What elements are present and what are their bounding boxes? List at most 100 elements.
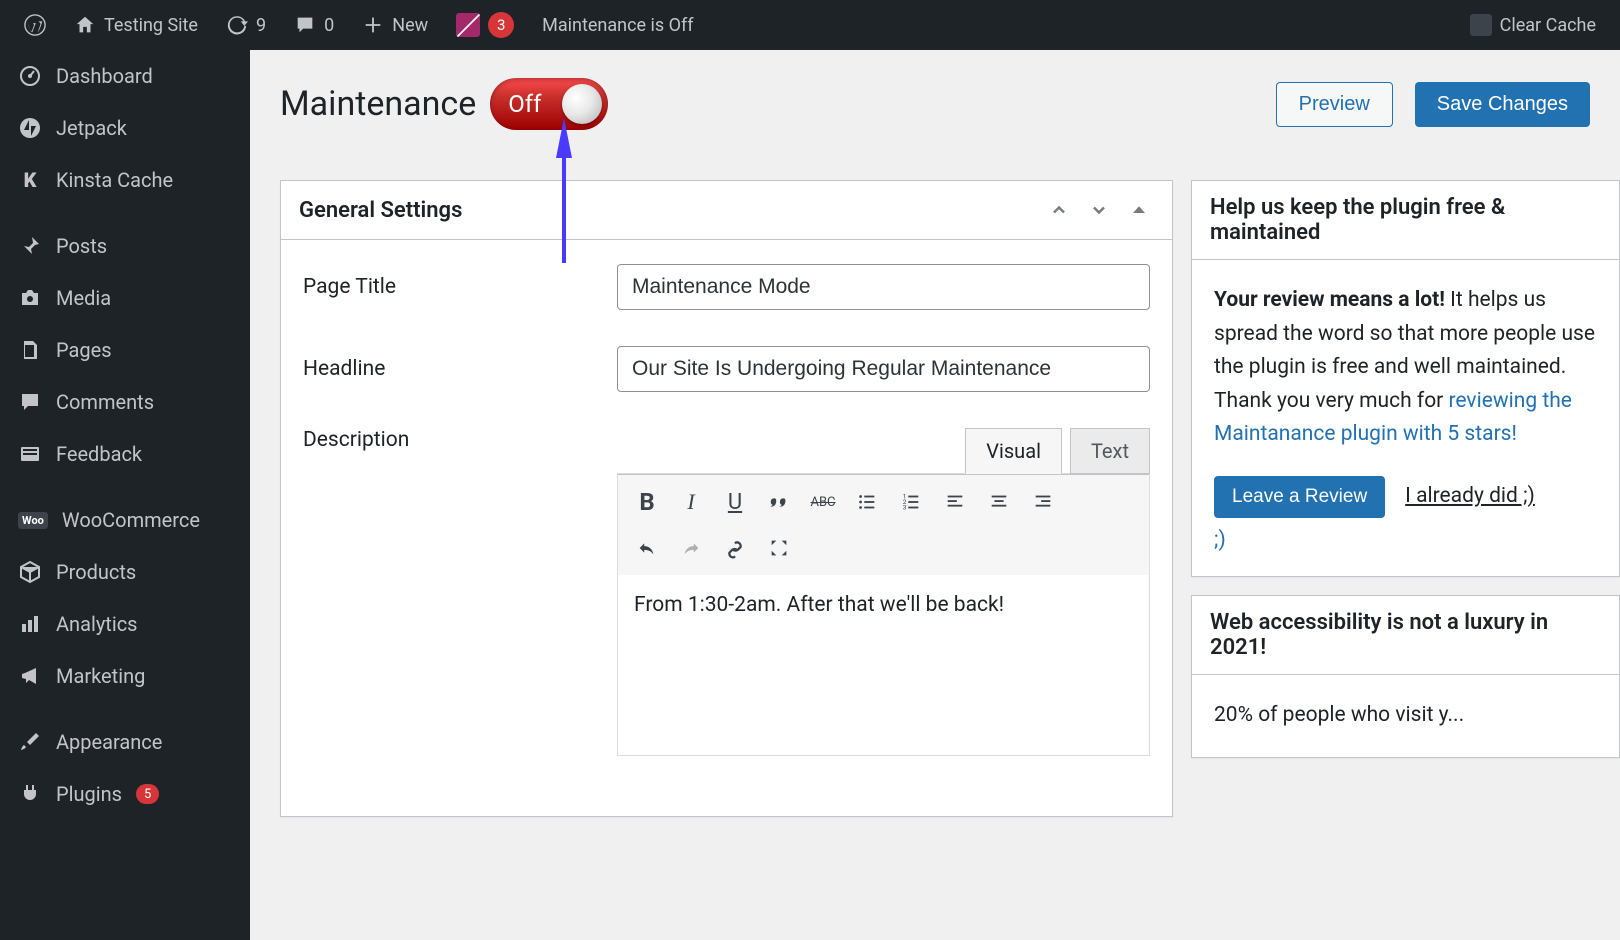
megaphone-icon bbox=[18, 664, 42, 688]
screen-icon bbox=[1470, 14, 1492, 36]
maintenance-toggle[interactable]: Off bbox=[490, 78, 608, 130]
new-label: New bbox=[392, 15, 428, 36]
jetpack-icon bbox=[18, 116, 42, 140]
page-icon bbox=[18, 338, 42, 362]
headline-label: Headline bbox=[303, 357, 617, 381]
help-link2[interactable]: Maintanance plugin with 5 stars! bbox=[1214, 422, 1517, 446]
comment-icon bbox=[18, 390, 42, 414]
move-up-icon[interactable] bbox=[1044, 195, 1074, 225]
plug-icon bbox=[18, 782, 42, 806]
box-icon bbox=[18, 560, 42, 584]
page-header: Maintenance Off Preview Save Changes bbox=[280, 78, 1620, 130]
sidebar-item-woocommerce[interactable]: Woo WooCommerce bbox=[0, 494, 250, 546]
sidebar-label: Jetpack bbox=[56, 116, 127, 140]
pin-icon bbox=[18, 234, 42, 258]
toggle-knob bbox=[562, 84, 602, 124]
already-link[interactable]: I already did ;) bbox=[1405, 484, 1535, 508]
gauge-icon bbox=[18, 64, 42, 88]
fullscreen-icon[interactable] bbox=[758, 527, 800, 569]
underline-icon[interactable]: U bbox=[714, 481, 756, 523]
bold-icon[interactable]: B bbox=[626, 481, 668, 523]
sidebar-label: Kinsta Cache bbox=[56, 168, 173, 192]
plugins-badge: 5 bbox=[136, 784, 159, 804]
help-title: Help us keep the plugin free & maintaine… bbox=[1210, 195, 1601, 245]
headline-input[interactable] bbox=[617, 346, 1150, 392]
yoast-link[interactable]: 3 bbox=[442, 0, 528, 50]
sidebar-item-plugins[interactable]: Plugins 5 bbox=[0, 768, 250, 820]
admin-sidebar: Dashboard Jetpack K Kinsta Cache Posts M… bbox=[0, 50, 250, 940]
postbox-header: General Settings bbox=[281, 181, 1172, 240]
sidebar-item-marketing[interactable]: Marketing bbox=[0, 650, 250, 702]
sidebar-label: Appearance bbox=[56, 730, 162, 754]
comments-link[interactable]: 0 bbox=[280, 0, 348, 50]
tab-visual[interactable]: Visual bbox=[965, 428, 1062, 474]
accessibility-text: 20% of people who visit y... bbox=[1214, 699, 1597, 733]
sidebar-item-feedback[interactable]: Feedback bbox=[0, 428, 250, 480]
kinsta-icon: K bbox=[18, 168, 42, 192]
toggle-label: Off bbox=[508, 90, 541, 118]
help-link1[interactable]: reviewing the bbox=[1449, 389, 1572, 413]
sidebar-label: Marketing bbox=[56, 664, 145, 688]
accessibility-postbox: Web accessibility is not a luxury in 202… bbox=[1191, 595, 1620, 758]
editor-toolbar: B I U ABC 123 bbox=[618, 474, 1149, 575]
home-icon bbox=[74, 14, 96, 36]
sidebar-item-dashboard[interactable]: Dashboard bbox=[0, 50, 250, 102]
clear-cache-label: Clear Cache bbox=[1500, 15, 1596, 36]
svg-text:3: 3 bbox=[903, 503, 907, 511]
sidebar-item-appearance[interactable]: Appearance bbox=[0, 716, 250, 768]
help-postbox: Help us keep the plugin free & maintaine… bbox=[1191, 180, 1620, 577]
sidebar-label: Dashboard bbox=[56, 64, 153, 88]
sidebar-label: Products bbox=[56, 560, 136, 584]
admin-bar: Testing Site 9 0 New 3 Maintenance is Of… bbox=[0, 0, 1620, 50]
sidebar-label: WooCommerce bbox=[62, 508, 200, 532]
sidebar-item-comments[interactable]: Comments bbox=[0, 376, 250, 428]
refresh-icon bbox=[226, 14, 248, 36]
comments-count: 0 bbox=[324, 15, 334, 36]
wp-logo[interactable] bbox=[10, 0, 60, 50]
italic-icon[interactable]: I bbox=[670, 481, 712, 523]
tab-text[interactable]: Text bbox=[1070, 428, 1150, 474]
page-title-input[interactable] bbox=[617, 264, 1150, 310]
leave-review-button[interactable]: Leave a Review bbox=[1214, 476, 1385, 518]
sidebar-item-analytics[interactable]: Analytics bbox=[0, 598, 250, 650]
link-icon[interactable] bbox=[714, 527, 756, 569]
sidebar-label: Media bbox=[56, 286, 111, 310]
move-down-icon[interactable] bbox=[1084, 195, 1114, 225]
sidebar-item-kinsta[interactable]: K Kinsta Cache bbox=[0, 154, 250, 206]
woo-icon: Woo bbox=[18, 512, 48, 529]
main-content: Maintenance Off Preview Save Changes Gen… bbox=[250, 50, 1620, 817]
updates-link[interactable]: 9 bbox=[212, 0, 280, 50]
sidebar-item-jetpack[interactable]: Jetpack bbox=[0, 102, 250, 154]
new-link[interactable]: New bbox=[348, 0, 442, 50]
sidebar-item-posts[interactable]: Posts bbox=[0, 220, 250, 272]
sidebar-item-pages[interactable]: Pages bbox=[0, 324, 250, 376]
sidebar-item-products[interactable]: Products bbox=[0, 546, 250, 598]
description-label: Description bbox=[303, 428, 617, 452]
sidebar-label: Pages bbox=[56, 338, 112, 362]
align-right-icon[interactable] bbox=[1022, 481, 1064, 523]
help-bold: Your review means a lot! bbox=[1214, 288, 1445, 312]
toggle-panel-icon[interactable] bbox=[1124, 195, 1154, 225]
align-left-icon[interactable] bbox=[934, 481, 976, 523]
undo-icon[interactable] bbox=[626, 527, 668, 569]
save-button[interactable]: Save Changes bbox=[1415, 82, 1590, 127]
preview-button[interactable]: Preview bbox=[1276, 82, 1393, 127]
align-center-icon[interactable] bbox=[978, 481, 1020, 523]
site-name-link[interactable]: Testing Site bbox=[60, 0, 212, 50]
sidebar-item-media[interactable]: Media bbox=[0, 272, 250, 324]
bullet-list-icon[interactable] bbox=[846, 481, 888, 523]
sidebar-label: Plugins bbox=[56, 782, 122, 806]
postbox-title: General Settings bbox=[299, 198, 462, 223]
quote-icon[interactable] bbox=[758, 481, 800, 523]
maintenance-link[interactable]: Maintenance is Off bbox=[528, 0, 707, 50]
general-settings-postbox: General Settings Page Title bbox=[280, 180, 1173, 817]
redo-icon[interactable] bbox=[670, 527, 712, 569]
numbered-list-icon[interactable]: 123 bbox=[890, 481, 932, 523]
yoast-badge: 3 bbox=[488, 12, 514, 38]
clear-cache-link[interactable]: Clear Cache bbox=[1456, 0, 1610, 50]
strikethrough-icon[interactable]: ABC bbox=[802, 481, 844, 523]
sidebar-label: Comments bbox=[56, 390, 154, 414]
sidebar-label: Feedback bbox=[56, 442, 142, 466]
description-editor[interactable]: From 1:30-2am. After that we'll be back! bbox=[618, 575, 1149, 755]
chart-icon bbox=[18, 612, 42, 636]
